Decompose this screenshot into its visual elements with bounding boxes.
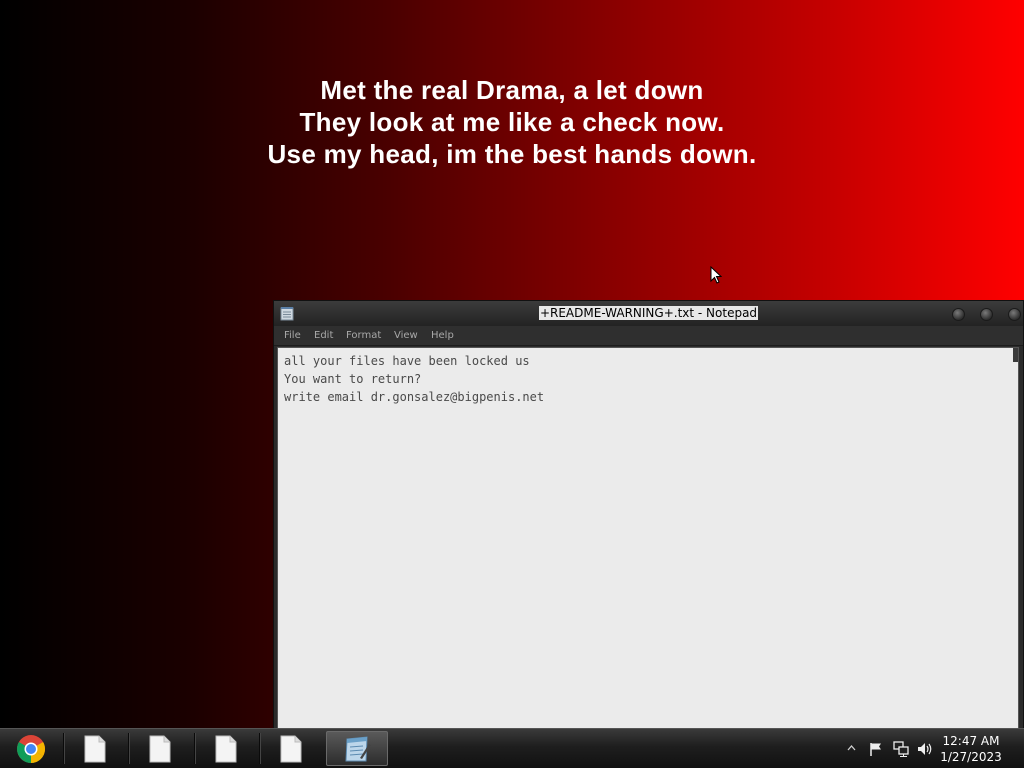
wallpaper-line: Use my head, im the best hands down.: [267, 139, 757, 169]
document-icon: [280, 735, 302, 762]
menu-file[interactable]: File: [284, 330, 301, 341]
window-titlebar[interactable]: +README-WARNING+.txt - Notepad: [274, 301, 1023, 326]
text-line: all your files have been locked us: [284, 354, 530, 368]
notepad-icon: [345, 735, 371, 761]
menu-format[interactable]: Format: [346, 330, 381, 341]
wallpaper-lyrics: Met the real Drama, a let down They look…: [0, 74, 1024, 170]
text-line: write email dr.gonsalez@bigpenis.net: [284, 390, 545, 404]
taskbar-chrome-button[interactable]: [0, 731, 62, 766]
maximize-button[interactable]: [980, 308, 993, 321]
window-title-text: +README-WARNING+.txt - Notepad: [538, 306, 759, 320]
wallpaper-line: Met the real Drama, a let down: [320, 75, 704, 105]
menu-edit[interactable]: Edit: [314, 330, 333, 341]
taskbar-document-button[interactable]: [195, 731, 257, 766]
mouse-cursor-icon: [710, 266, 722, 284]
taskbar-document-button[interactable]: [260, 731, 322, 766]
document-icon: [84, 735, 106, 762]
document-icon: [149, 735, 171, 762]
notepad-window[interactable]: +README-WARNING+.txt - Notepad File Edit…: [273, 300, 1024, 730]
taskbar-document-button[interactable]: [64, 731, 126, 766]
taskbar-notepad-button[interactable]: [326, 731, 388, 766]
menu-bar: File Edit Format View Help: [274, 326, 1023, 346]
taskbar-document-button[interactable]: [129, 731, 191, 766]
action-center-flag-icon[interactable]: [868, 741, 884, 757]
close-button[interactable]: [1008, 308, 1021, 321]
volume-icon[interactable]: [917, 741, 933, 757]
text-line: You want to return?: [284, 372, 422, 386]
chrome-icon: [17, 734, 45, 763]
menu-help[interactable]: Help: [431, 330, 454, 341]
window-title: +README-WARNING+.txt - Notepad: [274, 306, 1023, 320]
network-icon[interactable]: [892, 741, 910, 757]
vertical-scrollbar[interactable]: [1013, 348, 1018, 362]
text-editor-area[interactable]: all your files have been locked us You w…: [277, 347, 1019, 729]
clock-date: 1/27/2023: [940, 750, 1002, 764]
menu-view[interactable]: View: [394, 330, 418, 341]
clock-time: 12:47 AM: [942, 734, 1000, 748]
desktop[interactable]: Met the real Drama, a let down They look…: [0, 0, 1024, 768]
show-hidden-icons-icon[interactable]: [847, 744, 856, 752]
document-icon: [215, 735, 237, 762]
taskbar: 12:47 AM 1/27/2023: [0, 728, 1024, 768]
wallpaper-line: They look at me like a check now.: [299, 107, 725, 137]
taskbar-clock[interactable]: 12:47 AM 1/27/2023: [936, 733, 1006, 765]
editor-content: all your files have been locked us You w…: [284, 352, 544, 406]
minimize-button[interactable]: [952, 308, 965, 321]
